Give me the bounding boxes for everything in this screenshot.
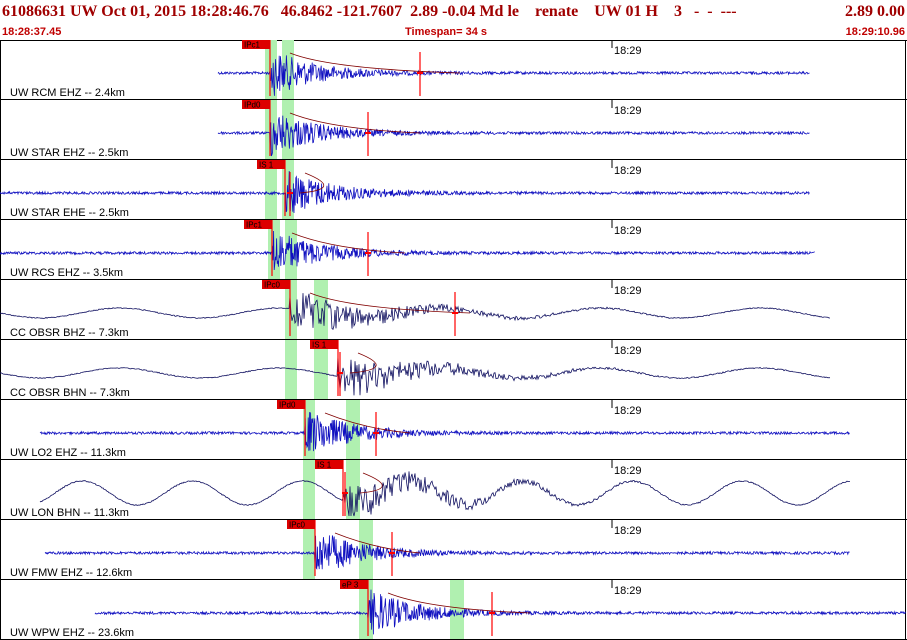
waveform-trace xyxy=(39,471,850,517)
coda-curve xyxy=(291,232,406,254)
minute-tick-label: 18:29 xyxy=(614,405,642,417)
pick-label: IPd0 xyxy=(279,401,296,410)
channel-row[interactable]: 18:29 IPc1 UW RCM EHZ -- 2.4km xyxy=(0,40,907,100)
channel-row[interactable]: 18:29 eP 3 UW WPW EHZ -- 23.6km xyxy=(0,580,907,640)
p-window xyxy=(285,340,297,399)
pick-label: IS 1 xyxy=(259,161,274,170)
event-magnitude-summary: 2.89 0.00 xyxy=(845,3,905,20)
waveform-trace xyxy=(0,230,815,271)
channel-row[interactable]: 18:29 IS 1 CC OBSR BHN -- 7.3km xyxy=(0,340,907,400)
channel-row[interactable]: 18:29 IS 1 UW LON BHN -- 11.3km xyxy=(0,460,907,520)
minute-tick-label: 18:29 xyxy=(614,45,642,57)
end-time: 18:29:10.96 xyxy=(845,26,905,38)
title-bar: 61086631 UW Oct 01, 2015 18:28:46.76 46.… xyxy=(0,0,907,26)
minute-tick-label: 18:29 xyxy=(614,465,642,477)
pick-label: IPc0 xyxy=(264,281,281,290)
waveform-trace xyxy=(0,293,830,330)
waveform-trace xyxy=(44,535,850,570)
minute-tick-label: 18:29 xyxy=(614,225,642,237)
time-range-bar: 18:28:37.45 Timespan= 34 s 18:29:10.96 xyxy=(0,26,907,41)
coda-curve xyxy=(289,52,461,74)
pick-label: IPc0 xyxy=(289,521,306,530)
waveform-trace xyxy=(39,412,850,452)
channel-label: UW LON BHN -- 11.3km xyxy=(10,507,129,519)
minute-tick-label: 18:29 xyxy=(614,585,642,597)
channel-row[interactable]: 18:29 IS 1 UW STAR EHE -- 2.5km xyxy=(0,160,907,220)
seismogram-panel[interactable]: 18:29 IPc1 UW RCM EHZ -- 2.4km 18:29 IPd0 UW … xyxy=(0,40,907,640)
channel-label: UW LO2 EHZ -- 11.3km xyxy=(10,447,126,459)
channel-row[interactable]: 18:29 IPc0 CC OBSR BHZ -- 7.3km xyxy=(0,280,907,340)
channel-label: UW STAR EHE -- 2.5km xyxy=(10,207,129,219)
s-window xyxy=(314,280,328,339)
minute-tick-label: 18:29 xyxy=(614,105,642,117)
channel-row[interactable]: 18:29 IPd0 UW STAR EHZ -- 2.5km xyxy=(0,100,907,160)
pick-label: IS 1 xyxy=(317,461,332,470)
pick-label: eP 3 xyxy=(342,581,359,590)
channel-label: UW FMW EHZ -- 12.6km xyxy=(10,567,132,579)
coda-curve xyxy=(309,292,471,314)
waveform-trace xyxy=(217,55,810,96)
minute-tick-label: 18:29 xyxy=(614,525,642,537)
timespan: Timespan= 34 s xyxy=(405,26,488,38)
channel-label: UW RCM EHZ -- 2.4km xyxy=(10,87,125,99)
s-window xyxy=(450,580,464,639)
waveform-trace xyxy=(94,589,906,635)
event-summary: 61086631 UW Oct 01, 2015 18:28:46.76 46.… xyxy=(2,3,737,20)
channel-row[interactable]: 18:29 IPc0 UW FMW EHZ -- 12.6km xyxy=(0,520,907,580)
start-time: 18:28:37.45 xyxy=(2,26,62,38)
channel-label: UW WPW EHZ -- 23.6km xyxy=(10,627,134,639)
channel-row[interactable]: 18:29 IPc1 UW RCS EHZ -- 3.5km xyxy=(0,220,907,280)
channel-label: CC OBSR BHZ -- 7.3km xyxy=(10,327,129,339)
channel-label: CC OBSR BHN -- 7.3km xyxy=(10,387,130,399)
channel-label: UW RCS EHZ -- 3.5km xyxy=(10,267,123,279)
minute-tick-label: 18:29 xyxy=(614,285,642,297)
coda-curve xyxy=(359,472,383,494)
channel-row[interactable]: 18:29 IPd0 UW LO2 EHZ -- 11.3km xyxy=(0,400,907,460)
pick-label: IPc1 xyxy=(246,221,263,230)
p-window xyxy=(303,460,315,519)
waveform-trace xyxy=(217,115,810,157)
pick-label: IPd0 xyxy=(244,101,261,110)
minute-tick-label: 18:29 xyxy=(614,165,642,177)
channel-label: UW STAR EHZ -- 2.5km xyxy=(10,147,128,159)
pick-label: IS 1 xyxy=(312,341,327,350)
pick-label: IPc1 xyxy=(244,41,261,50)
minute-tick-label: 18:29 xyxy=(614,345,642,357)
